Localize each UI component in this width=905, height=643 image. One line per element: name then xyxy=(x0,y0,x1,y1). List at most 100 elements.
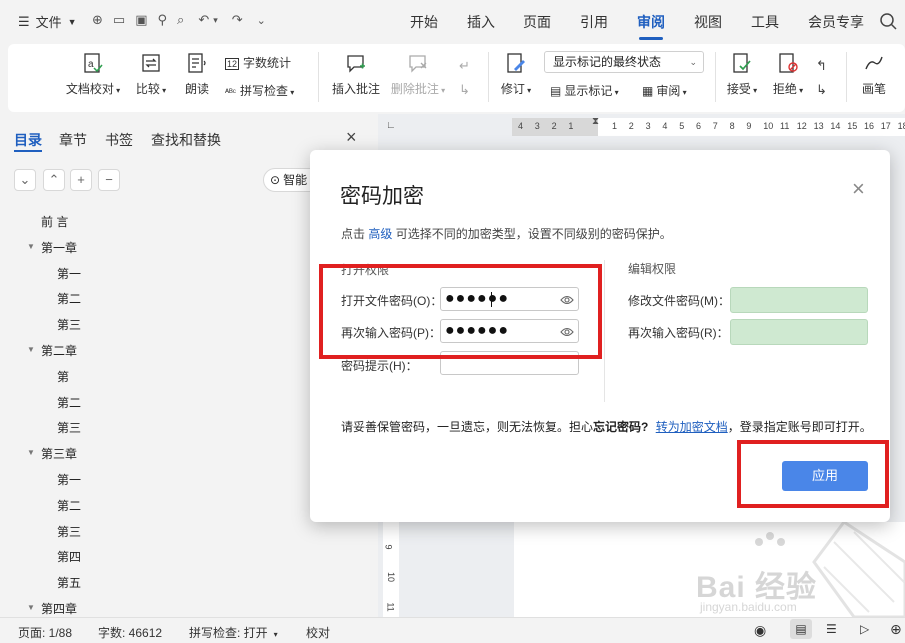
save-icon[interactable]: ▣ xyxy=(135,12,147,28)
toc-item[interactable]: 第二 xyxy=(57,394,81,411)
highlight-box-apply xyxy=(737,440,889,508)
remove-level-button[interactable]: − xyxy=(98,169,120,191)
spell-check-icon: ᴬᴮᶜ xyxy=(225,87,236,97)
next-comment-icon[interactable]: ↳ xyxy=(459,78,470,102)
toc-item[interactable]: 第二 xyxy=(57,497,81,514)
review-pane-button[interactable]: ▦ 审阅 ▾ xyxy=(642,82,687,99)
toc-item[interactable]: 第四章 xyxy=(41,600,77,617)
toc-item[interactable]: 第一章 xyxy=(41,239,77,256)
toc-item[interactable]: 第一 xyxy=(57,471,81,488)
show-markup-button[interactable]: ▤ 显示标记 ▾ xyxy=(550,82,619,99)
chevron-down-icon: ⌄ xyxy=(689,57,697,67)
prev-comment-icon[interactable]: ↵ xyxy=(459,54,470,78)
ruler-number: 1 xyxy=(568,121,574,131)
accept-button[interactable]: 接受 ▾ xyxy=(724,52,760,97)
expand-arrow-icon[interactable]: ▼ xyxy=(27,345,35,354)
doc-proofread-button[interactable]: a 文档校对 ▾ xyxy=(62,52,124,97)
file-menu[interactable]: ☰ 文件 ▼ xyxy=(18,12,77,31)
toc-item[interactable]: 第五 xyxy=(57,574,81,591)
sidebar-tab-toc[interactable]: 目录 xyxy=(14,130,42,150)
ribbon-divider xyxy=(846,52,847,102)
read-aloud-button[interactable]: 朗读 xyxy=(182,52,212,97)
new-doc-icon[interactable]: ⊕ xyxy=(92,12,103,28)
tab-review[interactable]: 审阅 xyxy=(637,12,665,40)
modify-password-input[interactable] xyxy=(730,287,868,313)
eye-icon[interactable]: ◉ xyxy=(754,622,766,639)
page-view-icon[interactable]: ▤ xyxy=(790,619,812,639)
insert-comment-button[interactable]: 插入批注 xyxy=(330,52,382,97)
ribbon-divider xyxy=(318,52,319,102)
undo-icon[interactable]: ↶ xyxy=(198,12,209,28)
prev-change-icon[interactable]: ↰ xyxy=(816,54,827,78)
chevron-down-icon[interactable]: ▾ xyxy=(213,15,218,26)
word-count-indicator[interactable]: 字数: 46612 xyxy=(98,624,162,641)
tab-view[interactable]: 视图 xyxy=(694,12,722,32)
expand-up-button[interactable]: ⌃ xyxy=(43,169,65,191)
tab-insert[interactable]: 插入 xyxy=(467,12,495,32)
warning-message: 请妥善保管密码，一旦遗忘，则无法恢复。担心忘记密码? 转为加密文档，登录指定账号… xyxy=(341,420,872,434)
spell-check-indicator[interactable]: 拼写检查: 打开 ▾ xyxy=(189,624,278,641)
tab-member[interactable]: 会员专享 xyxy=(808,12,864,32)
ribbon-divider xyxy=(715,52,716,102)
expand-arrow-icon[interactable]: ▼ xyxy=(27,603,35,612)
toc-item[interactable]: 第三 xyxy=(57,316,81,333)
reject-button[interactable]: 拒绝 ▾ xyxy=(770,52,806,97)
add-level-button[interactable]: + xyxy=(70,169,92,191)
ruler-number: 18 xyxy=(897,121,905,131)
modify-reenter-label: 再次输入密码(R)： xyxy=(628,326,729,340)
convert-encrypted-link[interactable]: 转为加密文档 xyxy=(656,420,728,434)
revise-button[interactable]: 修订 ▾ xyxy=(498,52,534,97)
toc-item[interactable]: 第三章 xyxy=(41,445,77,462)
toc-item[interactable]: 第三 xyxy=(57,419,81,436)
tab-reference[interactable]: 引用 xyxy=(580,12,608,32)
close-icon[interactable]: × xyxy=(346,127,357,148)
tab-home[interactable]: 开始 xyxy=(410,12,438,32)
markup-state-select[interactable]: 显示标记的最终状态 ⌄ xyxy=(544,51,704,73)
dialog-hint: 点击 高级 可选择不同的加密类型，设置不同级别的密码保护。 xyxy=(341,227,672,241)
open-folder-icon[interactable]: ▭ xyxy=(113,12,125,28)
sidebar-tab-find-replace[interactable]: 查找和替换 xyxy=(151,130,221,150)
close-icon[interactable]: × xyxy=(852,178,865,200)
outline-view-icon[interactable]: ☰ xyxy=(826,622,837,636)
share-icon[interactable]: ⚲ xyxy=(158,12,168,28)
modify-reenter-input[interactable] xyxy=(730,319,868,345)
toc-item[interactable]: 第二章 xyxy=(41,342,77,359)
indent-marker-icon[interactable]: ⧗ xyxy=(592,116,599,127)
more-chevron-icon[interactable]: ⌄ xyxy=(257,14,266,27)
pen-button[interactable]: 画笔 xyxy=(856,52,892,97)
toc-item[interactable]: 第二 xyxy=(57,290,81,307)
expand-arrow-icon[interactable]: ▼ xyxy=(27,242,35,251)
search-icon[interactable] xyxy=(879,12,897,30)
print-preview-icon[interactable]: ⌕ xyxy=(177,12,184,28)
next-change-icon[interactable]: ↳ xyxy=(816,78,827,102)
ruler-number: 5 xyxy=(679,121,685,131)
ruler-number: 11 xyxy=(385,602,396,612)
horizontal-ruler[interactable]: 4321⧗123456789101112131415161718 xyxy=(512,116,905,136)
page-indicator[interactable]: 页面: 1/88 xyxy=(18,624,72,641)
redo-icon[interactable]: ↷ xyxy=(232,12,243,28)
globe-icon[interactable]: ⊕ xyxy=(890,621,902,638)
spell-check-button[interactable]: ᴬᴮᶜ 拼写检查 ▾ xyxy=(225,82,294,99)
vertical-ruler[interactable]: 9 10 11 xyxy=(383,520,399,617)
play-icon[interactable]: ▷ xyxy=(860,622,869,636)
collapse-all-button[interactable]: ⌄ xyxy=(14,169,36,191)
sidebar-tab-sections[interactable]: 章节 xyxy=(59,130,87,150)
word-count-button[interactable]: 12 字数统计 xyxy=(225,54,291,71)
ruler-number: 10 xyxy=(386,571,397,583)
advanced-link[interactable]: 高级 xyxy=(368,227,392,241)
tab-page[interactable]: 页面 xyxy=(523,12,551,32)
delete-comment-button[interactable]: 删除批注 ▾ xyxy=(390,52,446,97)
compare-button[interactable]: 比较 ▾ xyxy=(132,52,170,97)
proofread-indicator[interactable]: 校对 xyxy=(306,624,330,641)
tab-tools[interactable]: 工具 xyxy=(751,12,779,32)
toc-item[interactable]: 第四 xyxy=(57,548,81,565)
password-hint-label: 密码提示(H)： xyxy=(341,359,418,373)
toc-item[interactable]: 第一 xyxy=(57,265,81,282)
expand-arrow-icon[interactable]: ▼ xyxy=(27,448,35,457)
toc-item[interactable]: 前 言 xyxy=(41,213,68,230)
ruler-number: 3 xyxy=(645,121,651,131)
toc-item[interactable]: 第三 xyxy=(57,523,81,540)
ruler-number: 4 xyxy=(518,121,524,131)
sidebar-tab-bookmarks[interactable]: 书签 xyxy=(105,130,133,150)
toc-item[interactable]: 第 xyxy=(57,368,69,385)
